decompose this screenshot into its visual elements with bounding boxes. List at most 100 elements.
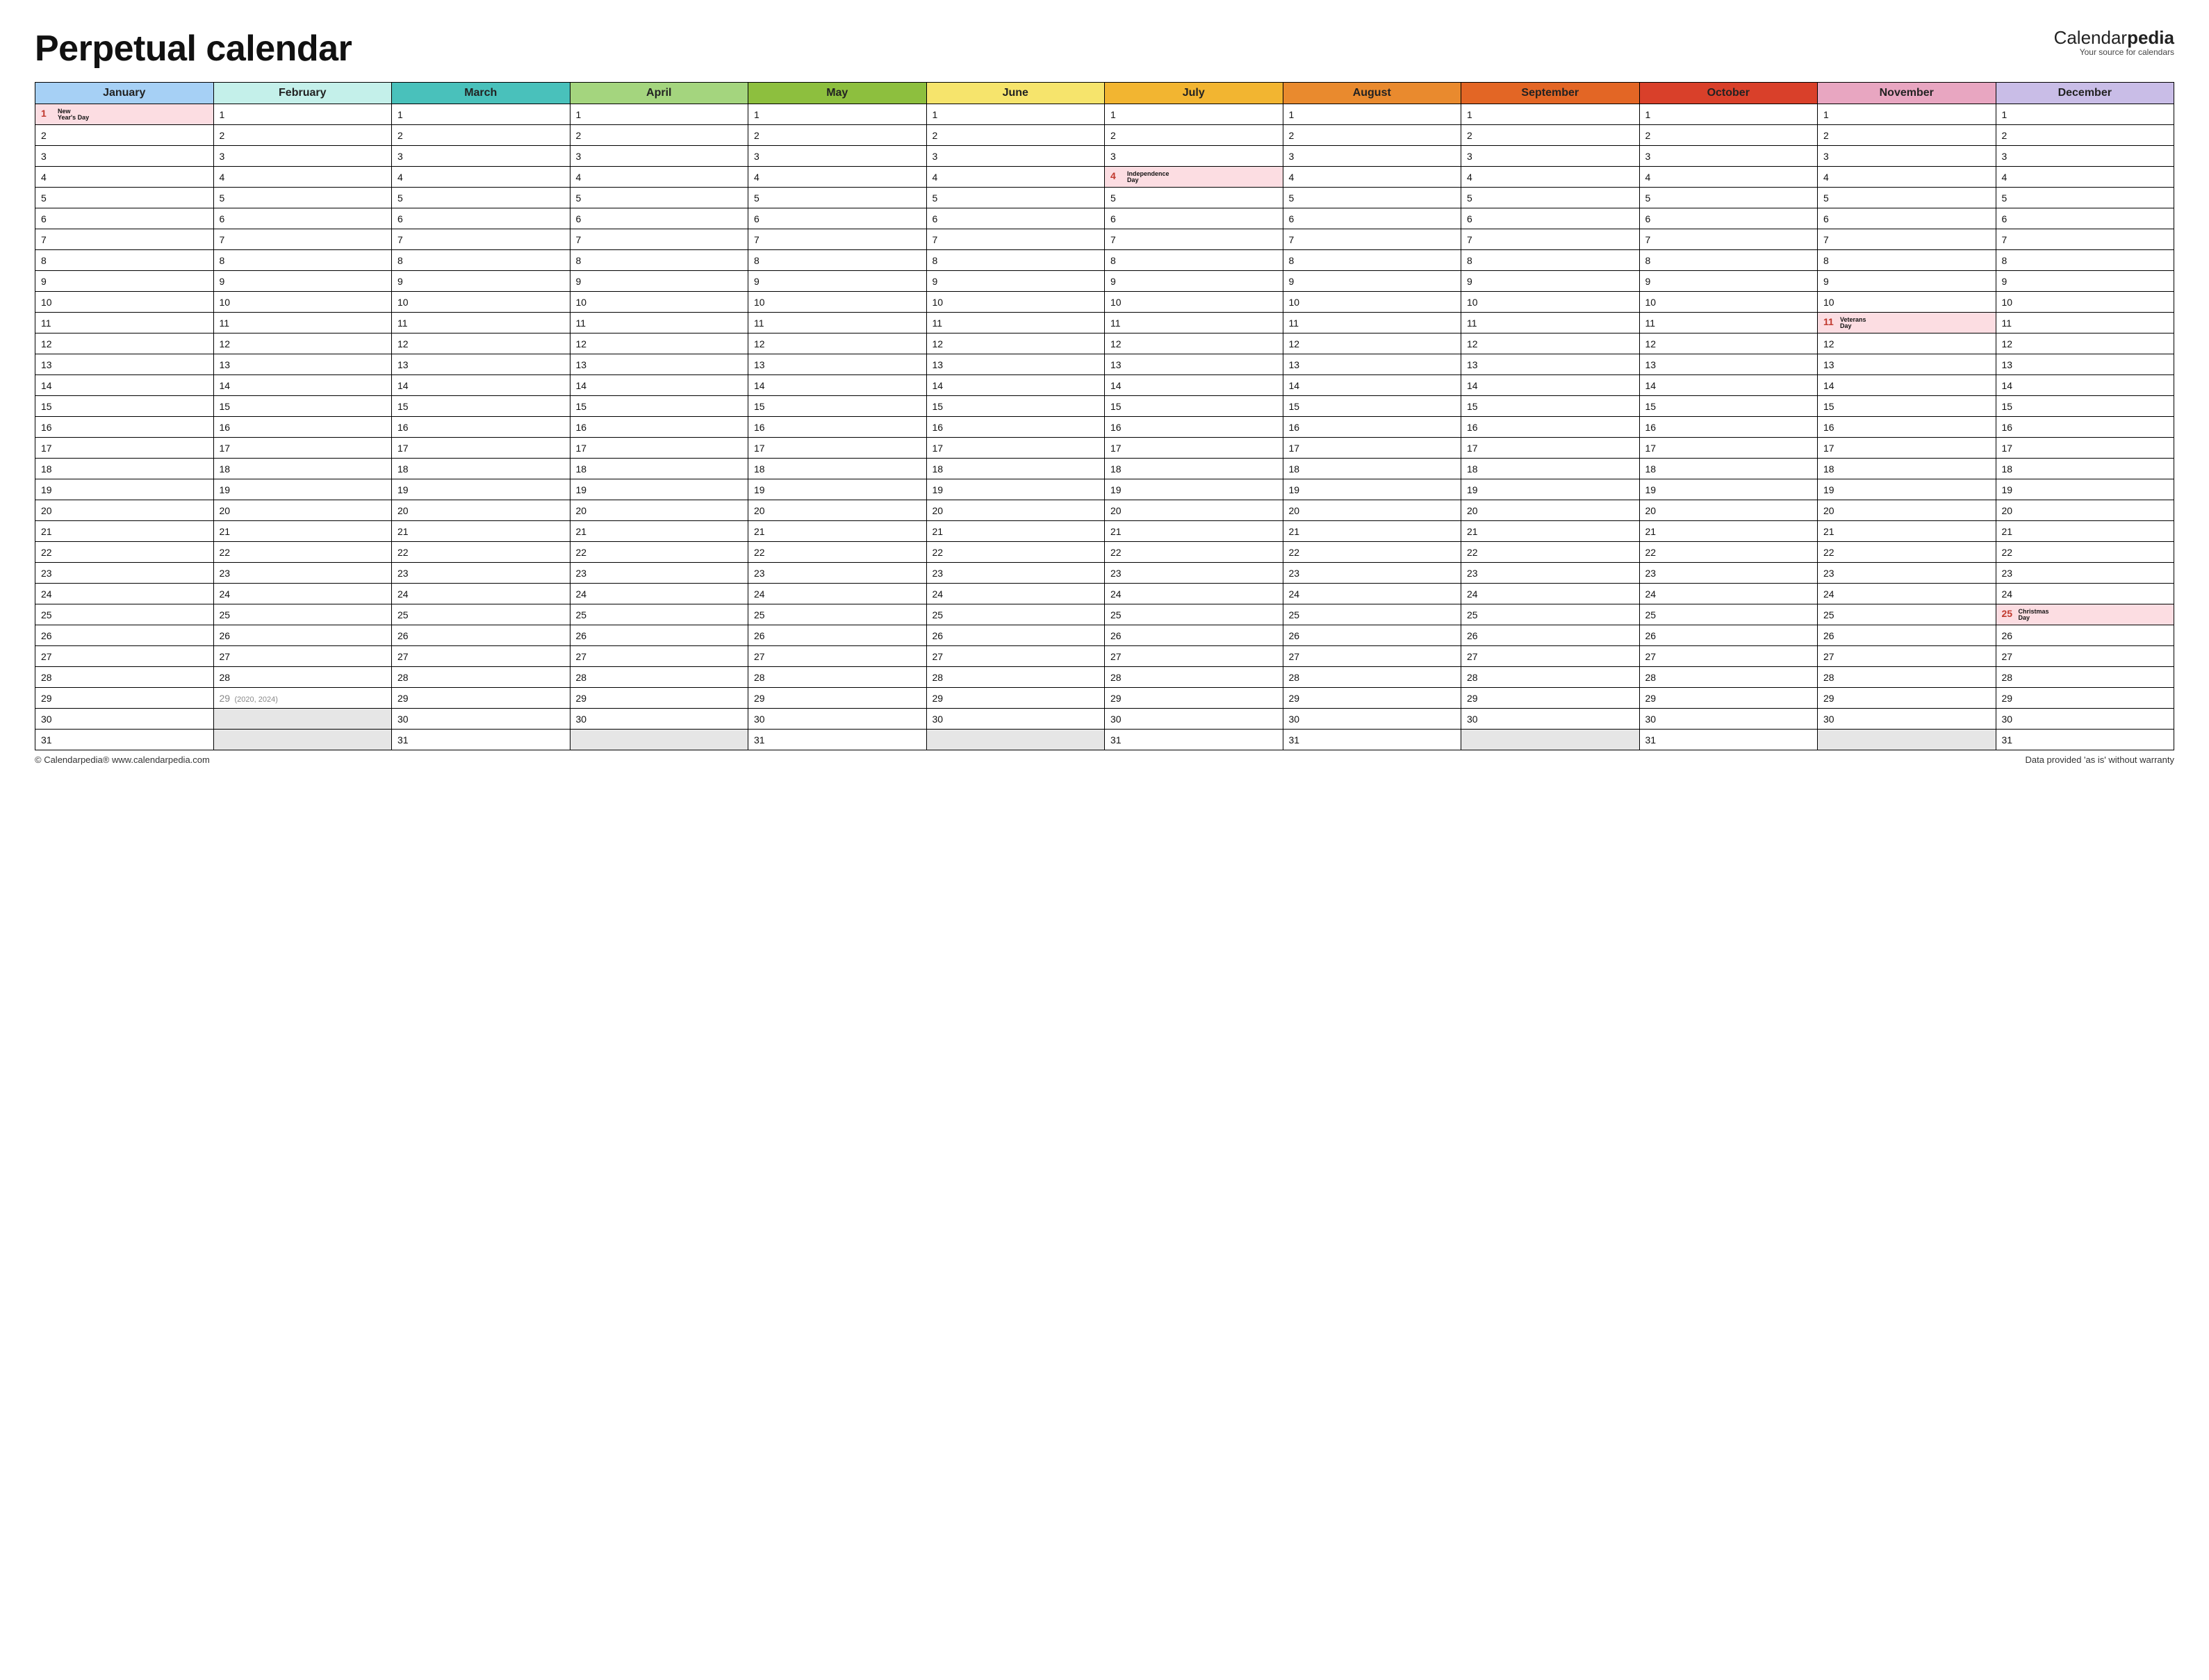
day-cell: 14 [1105, 375, 1283, 396]
day-cell [213, 730, 392, 750]
day-cell: 25 [926, 604, 1105, 625]
brand-calendar: Calendar [2054, 27, 2128, 48]
day-cell: 10 [570, 292, 748, 313]
day-cell: 4 [213, 167, 392, 188]
day-cell: 18 [1461, 459, 1640, 479]
day-cell: 13 [1996, 354, 2174, 375]
day-cell: 26 [1818, 625, 1996, 646]
day-cell: 14 [1283, 375, 1461, 396]
day-cell: 20 [35, 500, 214, 521]
day-cell: 3 [570, 146, 748, 167]
day-cell: 14 [213, 375, 392, 396]
day-cell: 4 [926, 167, 1105, 188]
day-cell: 13 [35, 354, 214, 375]
day-cell: 23 [1461, 563, 1640, 584]
day-cell: 5 [1996, 188, 2174, 208]
day-cell: 7 [392, 229, 570, 250]
day-cell: 12 [1461, 333, 1640, 354]
day-cell: 23 [926, 563, 1105, 584]
day-cell: 25 [748, 604, 927, 625]
day-cell: 14 [748, 375, 927, 396]
day-cell: 7 [1283, 229, 1461, 250]
day-cell: 24 [1818, 584, 1996, 604]
day-cell: 15 [1996, 396, 2174, 417]
day-cell: 4 [392, 167, 570, 188]
day-cell: 3 [392, 146, 570, 167]
day-cell: 11 [213, 313, 392, 333]
day-cell: 16 [1105, 417, 1283, 438]
day-cell: 22 [1639, 542, 1818, 563]
day-cell: 25ChristmasDay [1996, 604, 2174, 625]
day-cell: 18 [1283, 459, 1461, 479]
day-cell: 29 [1639, 688, 1818, 709]
day-cell: 30 [1996, 709, 2174, 730]
day-row: 272727272727272727272727 [35, 646, 2174, 667]
day-cell: 28 [1996, 667, 2174, 688]
day-cell: 18 [570, 459, 748, 479]
day-cell: 26 [926, 625, 1105, 646]
day-cell: 29(2020, 2024) [213, 688, 392, 709]
day-cell: 14 [1639, 375, 1818, 396]
day-cell: 19 [1996, 479, 2174, 500]
day-cell: 3 [748, 146, 927, 167]
day-cell: 19 [392, 479, 570, 500]
day-cell: 12 [1996, 333, 2174, 354]
day-cell: 12 [1283, 333, 1461, 354]
day-cell: 20 [1283, 500, 1461, 521]
day-cell: 5 [1461, 188, 1640, 208]
day-cell: 26 [392, 625, 570, 646]
day-cell: 17 [1283, 438, 1461, 459]
day-cell: 24 [1283, 584, 1461, 604]
day-cell: 4 [1996, 167, 2174, 188]
day-row: 232323232323232323232323 [35, 563, 2174, 584]
day-row: 1111111111111111111111VeteransDay11 [35, 313, 2174, 333]
day-cell: 19 [748, 479, 927, 500]
day-cell: 10 [392, 292, 570, 313]
day-cell: 25 [392, 604, 570, 625]
day-cell: 13 [1283, 354, 1461, 375]
day-cell: 12 [1105, 333, 1283, 354]
day-cell: 5 [213, 188, 392, 208]
day-cell: 19 [926, 479, 1105, 500]
day-cell: 15 [1461, 396, 1640, 417]
day-cell: 20 [748, 500, 927, 521]
day-cell: 31 [1639, 730, 1818, 750]
day-cell: 22 [1283, 542, 1461, 563]
day-cell: 17 [1105, 438, 1283, 459]
day-cell: 30 [1639, 709, 1818, 730]
day-cell: 3 [1105, 146, 1283, 167]
day-cell: 17 [748, 438, 927, 459]
day-cell: 8 [392, 250, 570, 271]
footer-left: © Calendarpedia® www.calendarpedia.com [35, 755, 210, 765]
month-header-february: February [213, 83, 392, 104]
day-cell: 24 [35, 584, 214, 604]
day-cell: 9 [1105, 271, 1283, 292]
day-cell: 3 [213, 146, 392, 167]
day-cell: 1 [1105, 104, 1283, 125]
month-header-october: October [1639, 83, 1818, 104]
day-cell: 22 [1996, 542, 2174, 563]
day-cell: 11 [1639, 313, 1818, 333]
day-cell: 31 [392, 730, 570, 750]
day-cell: 29 [570, 688, 748, 709]
day-row: 333333333333 [35, 146, 2174, 167]
day-cell: 9 [35, 271, 214, 292]
day-cell: 28 [748, 667, 927, 688]
day-cell: 16 [35, 417, 214, 438]
day-cell: 22 [1818, 542, 1996, 563]
day-cell: 13 [748, 354, 927, 375]
day-cell: 9 [1818, 271, 1996, 292]
day-cell: 15 [35, 396, 214, 417]
day-cell: 13 [392, 354, 570, 375]
day-cell: 19 [1818, 479, 1996, 500]
day-cell: 27 [570, 646, 748, 667]
day-cell: 2 [926, 125, 1105, 146]
day-cell: 13 [213, 354, 392, 375]
day-cell: 21 [926, 521, 1105, 542]
day-cell: 6 [1996, 208, 2174, 229]
day-cell: 27 [926, 646, 1105, 667]
day-cell: 18 [213, 459, 392, 479]
day-cell: 2 [1283, 125, 1461, 146]
month-header-march: March [392, 83, 570, 104]
day-cell: 26 [35, 625, 214, 646]
